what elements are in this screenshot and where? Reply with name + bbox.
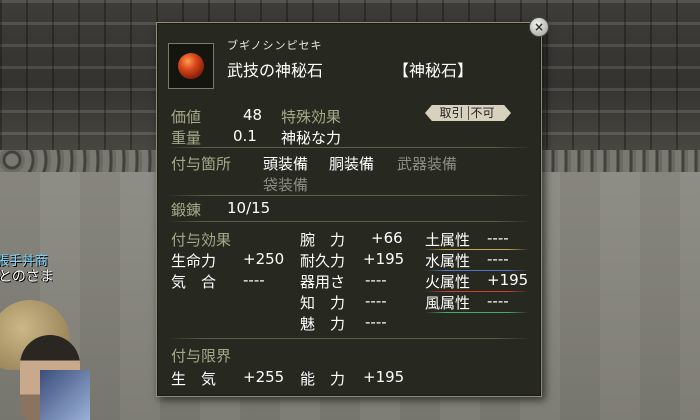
- divider: [167, 221, 531, 222]
- weight-label: 重量: [171, 129, 202, 147]
- slot-head: 頭装備: [263, 155, 309, 173]
- stat-charm-value: ----: [365, 313, 387, 331]
- divider: [167, 147, 531, 148]
- effects-label: 付与効果: [171, 231, 232, 249]
- value-label: 価値: [171, 108, 202, 126]
- stat-life-value: +250: [243, 250, 285, 268]
- attr-wind-value: ----: [487, 292, 509, 310]
- forge-value: 10/15: [227, 199, 271, 217]
- stat-endurance-value: +195: [363, 250, 405, 268]
- trade-badge-left: 取引: [439, 106, 464, 120]
- trade-status-badge: 取引 不可: [425, 105, 511, 121]
- attr-wind-label: 風属性: [425, 294, 471, 312]
- attr-water-label: 水属性: [425, 252, 471, 270]
- attr-wind-underline: [425, 312, 529, 313]
- stat-intellect-value: ----: [365, 292, 387, 310]
- stat-intellect-label: 知 力: [300, 294, 346, 312]
- special-effect-value: 神秘な力: [281, 129, 342, 147]
- limit-ability-value: +195: [363, 368, 405, 386]
- attr-fire-label: 火属性: [425, 273, 471, 291]
- close-button[interactable]: ×: [529, 17, 549, 37]
- stat-charm-label: 魅 力: [300, 315, 346, 333]
- npc-title-label: とのさま: [0, 269, 54, 285]
- stat-strength-label: 腕 力: [300, 231, 346, 249]
- attach-slots-label: 付与箇所: [171, 155, 232, 173]
- divider: [167, 195, 531, 196]
- forge-label: 鍛錬: [171, 201, 202, 219]
- slot-body: 胴装備: [329, 155, 375, 173]
- limit-ability-label: 能 力: [300, 370, 346, 388]
- stat-strength-value: +66: [371, 229, 403, 247]
- attr-earth-value: ----: [487, 229, 509, 247]
- attr-water-value: ----: [487, 250, 509, 268]
- item-tooltip-panel: ブギノシンピセキ 武技の神秘石 【神秘石】 価値 48 特殊効果 取引 不可 重量…: [156, 22, 542, 397]
- limit-vitality-value: +255: [243, 368, 285, 386]
- stat-spirit-label: 気 合: [171, 273, 217, 291]
- slot-bag: 袋装備: [263, 176, 309, 194]
- slot-weapon: 武器装備: [397, 155, 458, 173]
- stat-dexterity-label: 器用さ: [300, 273, 346, 291]
- divider: [167, 338, 531, 339]
- limits-label: 付与限界: [171, 347, 232, 365]
- stat-endurance-label: 耐久力: [300, 252, 346, 270]
- red-stone-icon: [168, 43, 214, 89]
- stat-life-label: 生命力: [171, 252, 217, 270]
- attr-earth-label: 土属性: [425, 231, 471, 249]
- trade-badge-right: 不可: [467, 106, 497, 120]
- special-effect-label: 特殊効果: [281, 108, 342, 126]
- limit-vitality-label: 生 気: [171, 370, 217, 388]
- item-kana: ブギノシンピセキ: [227, 39, 323, 52]
- item-name: 武技の神秘石: [227, 61, 324, 80]
- weight-value: 0.1: [233, 127, 257, 145]
- attr-fire-value: +195: [487, 271, 529, 289]
- player-character-clothing: [40, 370, 90, 420]
- item-category: 【神秘石】: [393, 61, 474, 80]
- stat-spirit-value: ----: [243, 271, 265, 289]
- stat-dexterity-value: ----: [365, 271, 387, 289]
- value-value: 48: [243, 106, 263, 124]
